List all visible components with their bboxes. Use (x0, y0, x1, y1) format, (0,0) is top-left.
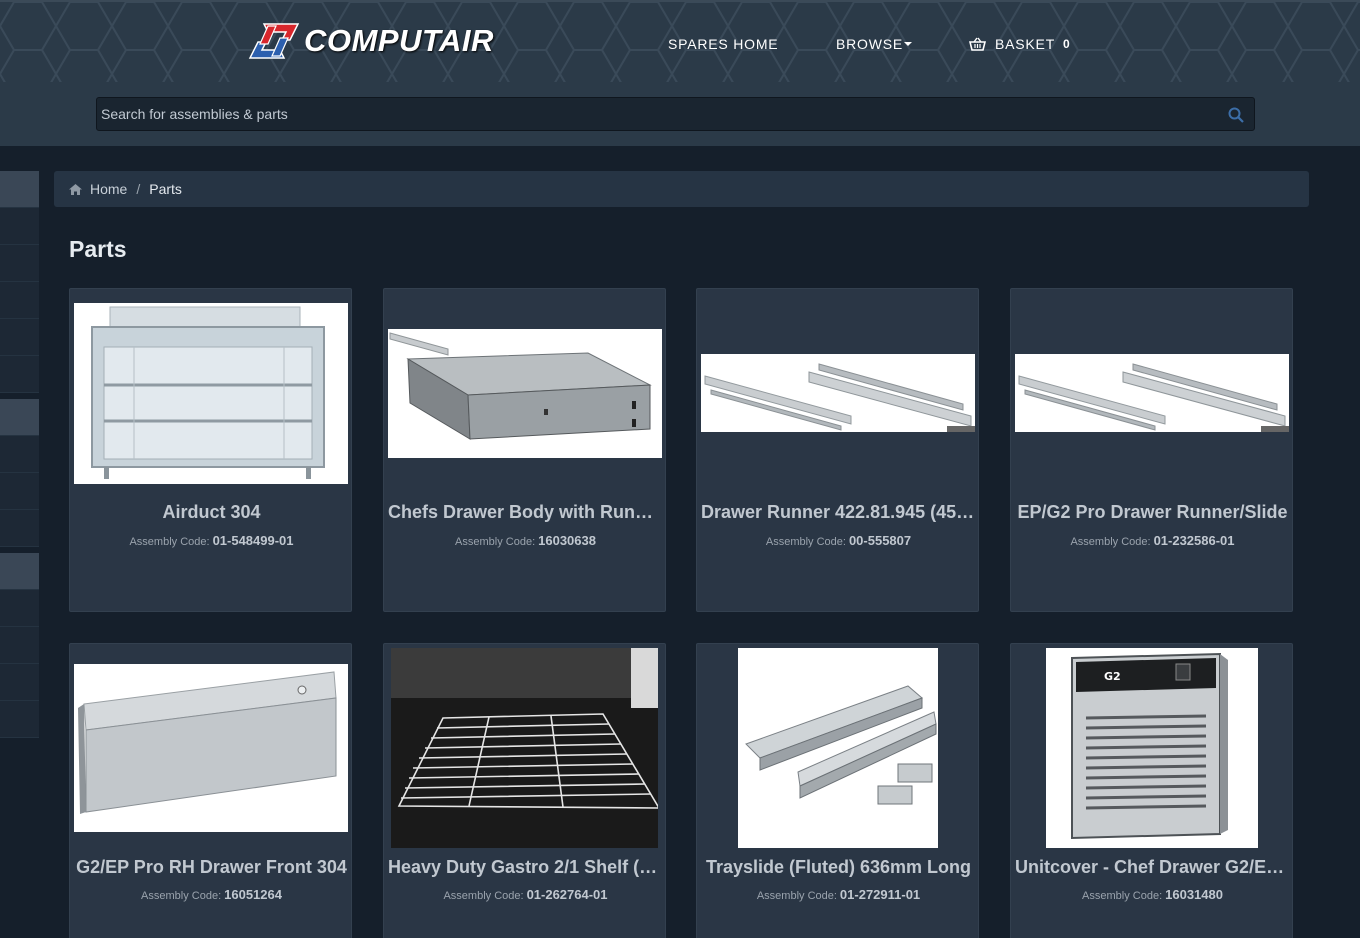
assembly-code: Assembly Code: 01-548499-01 (70, 533, 353, 548)
search-box (96, 97, 1255, 131)
breadcrumb-separator: / (136, 181, 141, 197)
basket-count-badge: 0 (1063, 37, 1071, 51)
assembly-code: Assembly Code: 01-262764-01 (384, 887, 667, 902)
assembly-code-value: 16051264 (224, 887, 282, 902)
basket-icon (969, 37, 986, 51)
brand-name: COMPUTAIR (304, 23, 494, 58)
assembly-code-value: 16031480 (1165, 887, 1223, 902)
product-card[interactable]: Drawer Runner 422.81.945 (450mm) Assembl… (696, 288, 980, 612)
sidebar-item[interactable] (0, 171, 39, 208)
search-input[interactable] (97, 98, 1254, 130)
nav-browse-dropdown[interactable]: BROWSE (836, 36, 913, 52)
sidebar-item[interactable] (0, 553, 39, 590)
product-name[interactable]: Drawer Runner 422.81.945 (450mm) (697, 502, 980, 523)
assembly-code-value: 01-272911-01 (839, 887, 921, 902)
assembly-code-value: 16030638 (538, 533, 596, 548)
product-card[interactable]: Heavy Duty Gastro 2/1 Shelf (wire) Assem… (383, 643, 667, 938)
product-image (1015, 354, 1289, 432)
nav-spares-home[interactable]: SPARES HOME (668, 36, 778, 52)
product-card[interactable]: Airduct 304 Assembly Code: 01-548499-01 (69, 288, 352, 612)
assembly-code: Assembly Code: 16031480 (1011, 887, 1294, 902)
nav-basket[interactable]: BASKET 0 (969, 36, 1071, 52)
product-image (738, 648, 938, 848)
sidebar-item[interactable] (0, 319, 39, 356)
sidebar-item[interactable] (0, 473, 39, 510)
assembly-code-value: 00-555807 (848, 533, 912, 548)
sidebar-item[interactable] (0, 282, 39, 319)
svg-text:G2: G2 (1104, 670, 1121, 683)
basket-label: BASKET (995, 36, 1056, 52)
assembly-code-label: Assembly Code: (443, 890, 524, 902)
sidebar-item[interactable] (0, 627, 39, 664)
sidebar-item[interactable] (0, 510, 39, 547)
assembly-code-value: 01-232586-01 (1153, 533, 1235, 548)
category-sidebar (0, 171, 39, 738)
product-image (391, 648, 658, 848)
product-name[interactable]: Unitcover - Chef Drawer G2/EP Pro (1011, 857, 1294, 878)
assembly-code: Assembly Code: 00-555807 (697, 533, 980, 548)
product-card[interactable]: G2/EP Pro RH Drawer Front 304 Assembly C… (69, 643, 352, 938)
drawer-front-image (74, 664, 348, 832)
breadcrumb-current: Parts (149, 181, 182, 197)
assembly-code-label: Assembly Code: (1082, 890, 1163, 902)
assembly-code-label: Assembly Code: (141, 890, 222, 902)
assembly-code-label: Assembly Code: (455, 536, 536, 548)
product-name[interactable]: Trayslide (Fluted) 636mm Long (697, 857, 980, 878)
breadcrumb: Home / Parts (54, 171, 1309, 207)
breadcrumb-home-link[interactable]: Home (90, 181, 127, 197)
logo-mark-icon (248, 23, 300, 59)
trayslides-image (738, 648, 938, 848)
wire-shelf-image (391, 648, 658, 848)
product-name[interactable]: EP/G2 Pro Drawer Runner/Slide (1011, 502, 1294, 523)
assembly-code-label: Assembly Code: (129, 536, 210, 548)
assembly-code: Assembly Code: 16030638 (384, 533, 667, 548)
product-name[interactable]: Chefs Drawer Body with Runners (384, 502, 667, 523)
assembly-code-value: 01-548499-01 (212, 533, 294, 548)
open-cabinet-image (74, 303, 348, 484)
product-name[interactable]: Heavy Duty Gastro 2/1 Shelf (wire) (384, 857, 667, 878)
caret-down-icon (904, 42, 913, 47)
sidebar-item[interactable] (0, 399, 39, 436)
computair-logo[interactable]: COMPUTAIR (246, 20, 494, 62)
product-image (701, 354, 975, 432)
unit-cover-image: G2 (1046, 648, 1258, 848)
assembly-code-label: Assembly Code: (756, 890, 837, 902)
product-card[interactable]: Chefs Drawer Body with Runners Assembly … (383, 288, 667, 612)
product-name[interactable]: G2/EP Pro RH Drawer Front 304 (70, 857, 353, 878)
home-icon (69, 183, 82, 195)
sidebar-item[interactable] (0, 590, 39, 627)
drawer-body-image (388, 329, 662, 458)
search-bar (0, 82, 1360, 146)
nav-browse-label: BROWSE (836, 36, 904, 52)
assembly-code-value: 01-262764-01 (526, 887, 608, 902)
sidebar-item[interactable] (0, 208, 39, 245)
search-icon[interactable] (1228, 107, 1244, 123)
product-image (74, 303, 348, 484)
assembly-code: Assembly Code: 16051264 (70, 887, 353, 902)
sidebar-item[interactable] (0, 436, 39, 473)
product-card[interactable]: EP/G2 Pro Drawer Runner/Slide Assembly C… (1010, 288, 1293, 612)
assembly-code-label: Assembly Code: (765, 536, 846, 548)
assembly-code: Assembly Code: 01-232586-01 (1011, 533, 1294, 548)
sidebar-item[interactable] (0, 701, 39, 738)
sidebar-item[interactable] (0, 664, 39, 701)
product-name[interactable]: Airduct 304 (70, 502, 353, 523)
drawer-runners-image (701, 354, 975, 432)
product-card[interactable]: Trayslide (Fluted) 636mm Long Assembly C… (696, 643, 979, 938)
sidebar-item[interactable] (0, 245, 39, 282)
top-navbar: COMPUTAIR SPARES HOME BROWSE BASKET 0 (0, 0, 1360, 82)
drawer-runners-image (1015, 354, 1289, 432)
assembly-code: Assembly Code: 01-272911-01 (697, 887, 980, 902)
product-card[interactable]: G2 Unitcover - Chef Drawer G2/EP Pro Ass… (1010, 643, 1294, 938)
product-image (388, 329, 662, 458)
product-image: G2 (1046, 648, 1258, 848)
assembly-code-label: Assembly Code: (1070, 536, 1151, 548)
sidebar-item[interactable] (0, 356, 39, 393)
page-title: Parts (69, 236, 127, 262)
product-image (74, 664, 348, 832)
